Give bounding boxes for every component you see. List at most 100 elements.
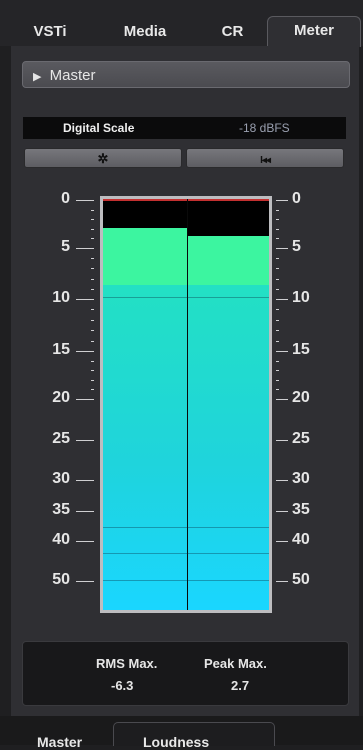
scale-minor-tick xyxy=(91,279,94,280)
scale-tick xyxy=(76,511,94,512)
scale-minor-tick xyxy=(91,341,94,342)
scale-label-right: 50 xyxy=(292,571,310,588)
reset-icon: I◂◂ xyxy=(260,155,271,166)
scale-tick xyxy=(276,511,288,512)
scale-label-left: 5 xyxy=(61,238,70,255)
scale-minor-tick xyxy=(276,380,279,381)
scale-minor-tick xyxy=(276,279,279,280)
scale-minor-tick xyxy=(276,341,279,342)
scale-label-left: 10 xyxy=(52,289,70,306)
tab-vsti[interactable]: VSTi xyxy=(20,18,80,46)
tab-cr[interactable]: CR xyxy=(210,18,255,46)
channel-divider xyxy=(187,199,188,610)
scale-tick xyxy=(276,248,288,249)
scale-minor-tick xyxy=(276,219,279,220)
scale-minor-tick xyxy=(91,289,94,290)
reset-meter-button[interactable]: I◂◂ xyxy=(186,148,344,168)
scale-minor-tick xyxy=(276,370,279,371)
scale-label-right: 0 xyxy=(292,190,301,207)
scale-tick xyxy=(76,351,94,352)
scale-minor-tick xyxy=(91,268,94,269)
scale-tick xyxy=(276,480,288,481)
scale-label: Digital Scale xyxy=(63,121,135,135)
scale-label-right: 15 xyxy=(292,341,310,358)
scale-tick xyxy=(276,581,288,582)
scale-minor-tick xyxy=(276,268,279,269)
scale-label-right: 30 xyxy=(292,470,310,487)
scale-minor-tick xyxy=(91,389,94,390)
scale-minor-tick xyxy=(276,289,279,290)
tab-meter[interactable]: Meter xyxy=(267,16,361,47)
scale-label-right: 20 xyxy=(292,389,310,406)
section-title: Master xyxy=(49,67,96,84)
gridline xyxy=(103,553,269,554)
scale-tick xyxy=(76,581,94,582)
level-meter xyxy=(100,196,272,613)
scale-tick xyxy=(276,351,288,352)
scale-minor-tick xyxy=(276,210,279,211)
scale-label-left: 25 xyxy=(52,430,70,447)
scale-label-left: 40 xyxy=(52,531,70,548)
scale-minor-tick xyxy=(276,330,279,331)
scale-tick xyxy=(76,299,94,300)
settings-button[interactable]: ✲ xyxy=(24,148,182,168)
scale-tick xyxy=(276,200,288,201)
scale-tick xyxy=(276,299,288,300)
scale-minor-tick xyxy=(276,238,279,239)
clip-line xyxy=(103,199,269,201)
tab-media[interactable]: Media xyxy=(110,18,180,46)
scale-label-left: 35 xyxy=(52,501,70,518)
scale-minor-tick xyxy=(91,229,94,230)
scale-label-left: 15 xyxy=(52,341,70,358)
scale-minor-tick xyxy=(276,258,279,259)
scale-minor-tick xyxy=(91,258,94,259)
tab-loudness[interactable]: Loudness xyxy=(143,734,209,750)
scale-minor-tick xyxy=(91,309,94,310)
scale-tick xyxy=(276,440,288,441)
scale-minor-tick xyxy=(91,210,94,211)
scale-label-right: 35 xyxy=(292,501,310,518)
scale-label-left: 30 xyxy=(52,470,70,487)
meter-bar-left xyxy=(103,285,187,610)
scale-tick xyxy=(76,541,94,542)
rms-label: RMS Max. xyxy=(96,656,158,671)
scale-minor-tick xyxy=(91,361,94,362)
scale-label-right: 40 xyxy=(292,531,310,548)
scale-tick xyxy=(76,480,94,481)
meter-stats: RMS Max. -6.3 Peak Max. 2.7 xyxy=(22,641,349,706)
gridline xyxy=(103,297,269,298)
scale-minor-tick xyxy=(91,380,94,381)
expand-icon: ▶ xyxy=(33,71,42,83)
gridline xyxy=(103,580,269,581)
scale-minor-tick xyxy=(276,389,279,390)
rms-value: -6.3 xyxy=(111,678,134,693)
scale-label-left: 50 xyxy=(52,571,70,588)
master-section-header[interactable]: ▶ Master xyxy=(22,61,350,88)
meter-display xyxy=(103,199,269,610)
scale-minor-tick xyxy=(276,309,279,310)
scale-minor-tick xyxy=(91,219,94,220)
scale-label-left: 0 xyxy=(61,190,70,207)
scale-value: -18 dBFS xyxy=(239,121,290,135)
scale-tick xyxy=(276,541,288,542)
scale-minor-tick xyxy=(276,229,279,230)
scale-minor-tick xyxy=(91,330,94,331)
scale-tick xyxy=(76,440,94,441)
scale-tick xyxy=(76,399,94,400)
scale-tick xyxy=(76,200,94,201)
tab-bar: VSTi Media CR Meter xyxy=(0,0,363,47)
scale-display[interactable]: Digital Scale -18 dBFS xyxy=(23,117,346,139)
peak-value: 2.7 xyxy=(231,678,250,693)
scale-label-right: 25 xyxy=(292,430,310,447)
scale-minor-tick xyxy=(276,361,279,362)
scale-tick xyxy=(76,248,94,249)
gear-icon: ✲ xyxy=(97,151,109,166)
peak-label: Peak Max. xyxy=(204,656,267,671)
scale-tick xyxy=(276,399,288,400)
meter-bar-right xyxy=(188,285,269,610)
scale-minor-tick xyxy=(91,370,94,371)
tab-master[interactable]: Master xyxy=(37,734,82,750)
scale-minor-tick xyxy=(91,238,94,239)
scale-label-right: 5 xyxy=(292,238,301,255)
gridline xyxy=(103,527,269,528)
